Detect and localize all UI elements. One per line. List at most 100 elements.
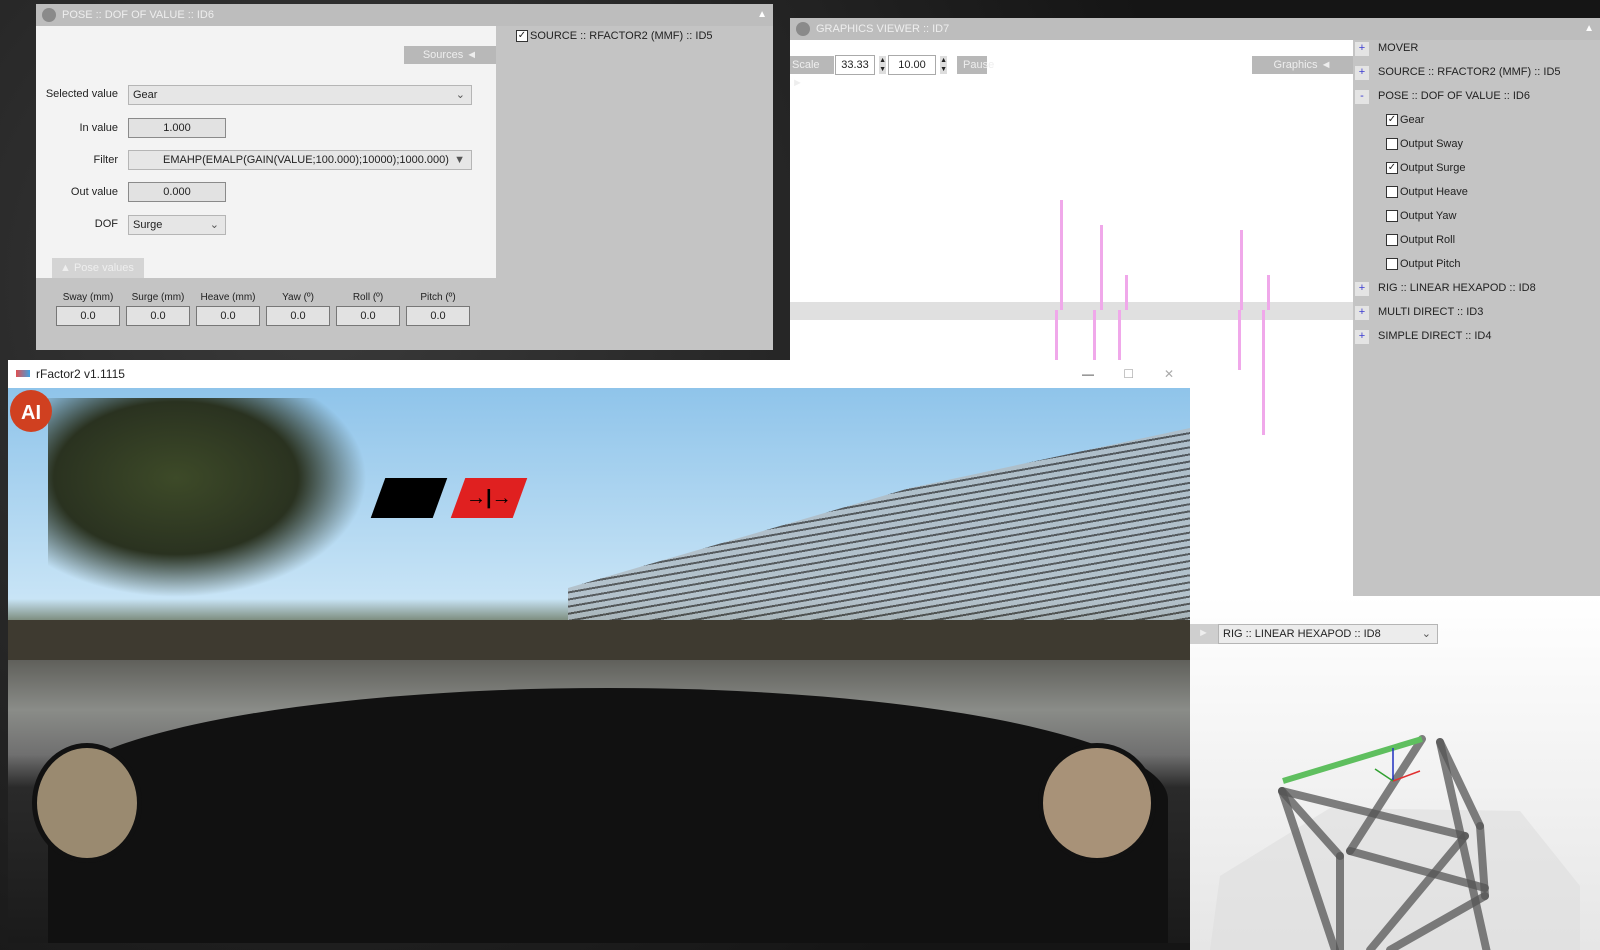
checkbox-unchecked[interactable] bbox=[1386, 210, 1398, 223]
selected-value-label: Selected value bbox=[45, 88, 118, 100]
tree-item-3[interactable]: + RIG :: LINEAR HEXAPOD :: ID8 bbox=[1355, 282, 1536, 296]
pose-value-field[interactable]: 0.0 bbox=[266, 306, 330, 326]
trace-spike bbox=[1262, 310, 1265, 435]
selected-value-select[interactable]: Gear ⌄ bbox=[128, 85, 472, 105]
channel-label: Output Pitch bbox=[1400, 258, 1461, 270]
channel-checkbox-0[interactable]: ✓ Gear bbox=[1386, 114, 1424, 127]
panel-title: GRAPHICS VIEWER :: ID7 bbox=[816, 23, 950, 35]
grandstand bbox=[568, 428, 1190, 628]
expand-icon[interactable]: + bbox=[1355, 42, 1369, 56]
source-checkbox-item[interactable]: ✓ SOURCE :: RFACTOR2 (MMF) :: ID5 bbox=[516, 30, 713, 43]
graphics-viewer-titlebar[interactable]: GRAPHICS VIEWER :: ID7 ▲ bbox=[790, 18, 1600, 40]
pose-value-label: Yaw (º) bbox=[282, 292, 314, 303]
selected-value: Gear bbox=[133, 89, 158, 101]
pose-value-field[interactable]: 0.0 bbox=[56, 306, 120, 326]
pose-value-label: Surge (mm) bbox=[131, 292, 185, 303]
rfactor-titlebar[interactable]: rFactor2 v1.1115 — ☐ ✕ bbox=[8, 360, 1190, 388]
channel-label: Output Heave bbox=[1400, 186, 1468, 198]
window-title: rFactor2 v1.1115 bbox=[36, 367, 125, 381]
interval-value: 10.00 bbox=[898, 59, 926, 71]
spin-arrows-icon[interactable]: ▲ ▼ bbox=[879, 56, 886, 74]
pose-value-3: Yaw (º) 0.0 bbox=[266, 292, 330, 326]
checkbox-unchecked[interactable] bbox=[1386, 186, 1398, 199]
dropdown-arrow-icon: ▼ bbox=[454, 154, 465, 166]
cockpit bbox=[48, 688, 1168, 943]
in-value-field[interactable]: 1.000 bbox=[128, 118, 226, 138]
pose-value-2: Heave (mm) 0.0 bbox=[196, 292, 260, 326]
expand-icon[interactable]: + bbox=[1355, 330, 1369, 344]
scale-value: 33.33 bbox=[841, 59, 869, 71]
expand-icon[interactable]: + bbox=[1355, 306, 1369, 320]
maximize-button[interactable]: ☐ bbox=[1123, 360, 1134, 388]
hexapod-3d-view[interactable] bbox=[1190, 596, 1600, 950]
checkbox-unchecked[interactable] bbox=[1386, 258, 1398, 271]
close-button[interactable]: ✕ bbox=[1164, 360, 1174, 388]
channel-checkbox-2[interactable]: ✓ Output Surge bbox=[1386, 162, 1465, 175]
expand-icon[interactable]: + bbox=[1355, 66, 1369, 80]
chevron-down-icon: ⌄ bbox=[455, 89, 465, 101]
checkbox-checked[interactable]: ✓ bbox=[1386, 162, 1398, 175]
interval-spinner[interactable]: 10.00 ▲ ▼ bbox=[888, 55, 947, 75]
palm-tree bbox=[48, 398, 368, 598]
dof-value: Surge bbox=[133, 219, 163, 231]
pose-panel: POSE :: DOF OF VALUE :: ID6 ▲ Sources ◄ S… bbox=[36, 4, 773, 350]
trace-spike bbox=[1060, 200, 1063, 310]
tree-item-0[interactable]: + MOVER bbox=[1355, 42, 1418, 56]
pose-value-field[interactable]: 0.0 bbox=[126, 306, 190, 326]
game-viewport[interactable]: AI →|→ bbox=[8, 388, 1190, 943]
collapse-icon[interactable]: ▲ bbox=[1584, 18, 1594, 40]
pit-limiter-icon: →|→ bbox=[466, 487, 512, 509]
spin-arrows-icon[interactable]: ▲ ▼ bbox=[940, 56, 947, 74]
checkbox-unchecked[interactable] bbox=[1386, 138, 1398, 151]
pose-values-tab[interactable]: ▲ Pose values bbox=[52, 258, 144, 278]
filter-select[interactable]: EMAHP(EMALP(GAIN(VALUE;100.000);10000);1… bbox=[128, 150, 472, 170]
pose-value-1: Surge (mm) 0.0 bbox=[126, 292, 190, 326]
pose-value-field[interactable]: 0.0 bbox=[406, 306, 470, 326]
graphics-button[interactable]: Graphics ◄ bbox=[1252, 56, 1353, 74]
wall bbox=[8, 620, 1190, 660]
channel-checkbox-4[interactable]: Output Yaw bbox=[1386, 210, 1457, 223]
sources-button[interactable]: Sources ◄ bbox=[404, 46, 496, 64]
pose-value-field[interactable]: 0.0 bbox=[196, 306, 260, 326]
ai-logo: AI bbox=[10, 390, 52, 432]
pose-value-field[interactable]: 0.0 bbox=[336, 306, 400, 326]
tree-item-4[interactable]: + MULTI DIRECT :: ID3 bbox=[1355, 306, 1484, 320]
tree-item-label: RIG :: LINEAR HEXAPOD :: ID8 bbox=[1378, 282, 1536, 294]
minimize-button[interactable]: — bbox=[1082, 360, 1094, 388]
out-value-field[interactable]: 0.000 bbox=[128, 182, 226, 202]
out-value-label: Out value bbox=[70, 186, 118, 198]
collapse-icon[interactable]: - bbox=[1355, 90, 1369, 104]
trace-spike bbox=[1125, 275, 1128, 310]
channel-label: Output Yaw bbox=[1400, 210, 1457, 222]
checkbox-checked[interactable]: ✓ bbox=[516, 30, 528, 43]
pose-value-label: Pitch (º) bbox=[420, 292, 456, 303]
scale-spinner[interactable]: 33.33 ▲ ▼ bbox=[835, 55, 886, 75]
hud-pit-limiter-indicator: →|→ bbox=[450, 478, 528, 518]
tree-item-2[interactable]: - POSE :: DOF OF VALUE :: ID6 bbox=[1355, 90, 1530, 104]
dof-select[interactable]: Surge ⌄ bbox=[128, 215, 226, 235]
pause-button[interactable]: Pause bbox=[957, 56, 994, 74]
pose-form: Sources ◄ Selected value Gear ⌄ In value … bbox=[36, 26, 496, 278]
trace-spike bbox=[1267, 275, 1270, 310]
checkbox-checked[interactable]: ✓ bbox=[1386, 114, 1398, 127]
channel-checkbox-6[interactable]: Output Pitch bbox=[1386, 258, 1461, 271]
left-mirror bbox=[32, 743, 142, 863]
scale-button[interactable]: Scale ► bbox=[790, 56, 834, 89]
module-icon bbox=[42, 8, 56, 22]
channel-checkbox-5[interactable]: Output Roll bbox=[1386, 234, 1455, 247]
tree-item-5[interactable]: + SIMPLE DIRECT :: ID4 bbox=[1355, 330, 1492, 344]
trace-spike bbox=[1238, 310, 1241, 370]
pose-value-label: Sway (mm) bbox=[62, 292, 114, 303]
collapse-icon[interactable]: ▲ bbox=[757, 4, 767, 26]
checkbox-unchecked[interactable] bbox=[1386, 234, 1398, 247]
channel-checkbox-3[interactable]: Output Heave bbox=[1386, 186, 1468, 199]
channel-checkbox-1[interactable]: Output Sway bbox=[1386, 138, 1463, 151]
module-icon bbox=[796, 22, 810, 36]
filter-value: EMAHP(EMALP(GAIN(VALUE;100.000);10000);1… bbox=[163, 154, 449, 166]
tree-item-label: MULTI DIRECT :: ID3 bbox=[1378, 306, 1484, 318]
tree-item-1[interactable]: + SOURCE :: RFACTOR2 (MMF) :: ID5 bbox=[1355, 66, 1561, 80]
pose-value-5: Pitch (º) 0.0 bbox=[406, 292, 470, 326]
expand-icon[interactable]: + bbox=[1355, 282, 1369, 296]
tree-item-label: POSE :: DOF OF VALUE :: ID6 bbox=[1378, 90, 1530, 102]
pose-panel-titlebar[interactable]: POSE :: DOF OF VALUE :: ID6 ▲ bbox=[36, 4, 773, 26]
